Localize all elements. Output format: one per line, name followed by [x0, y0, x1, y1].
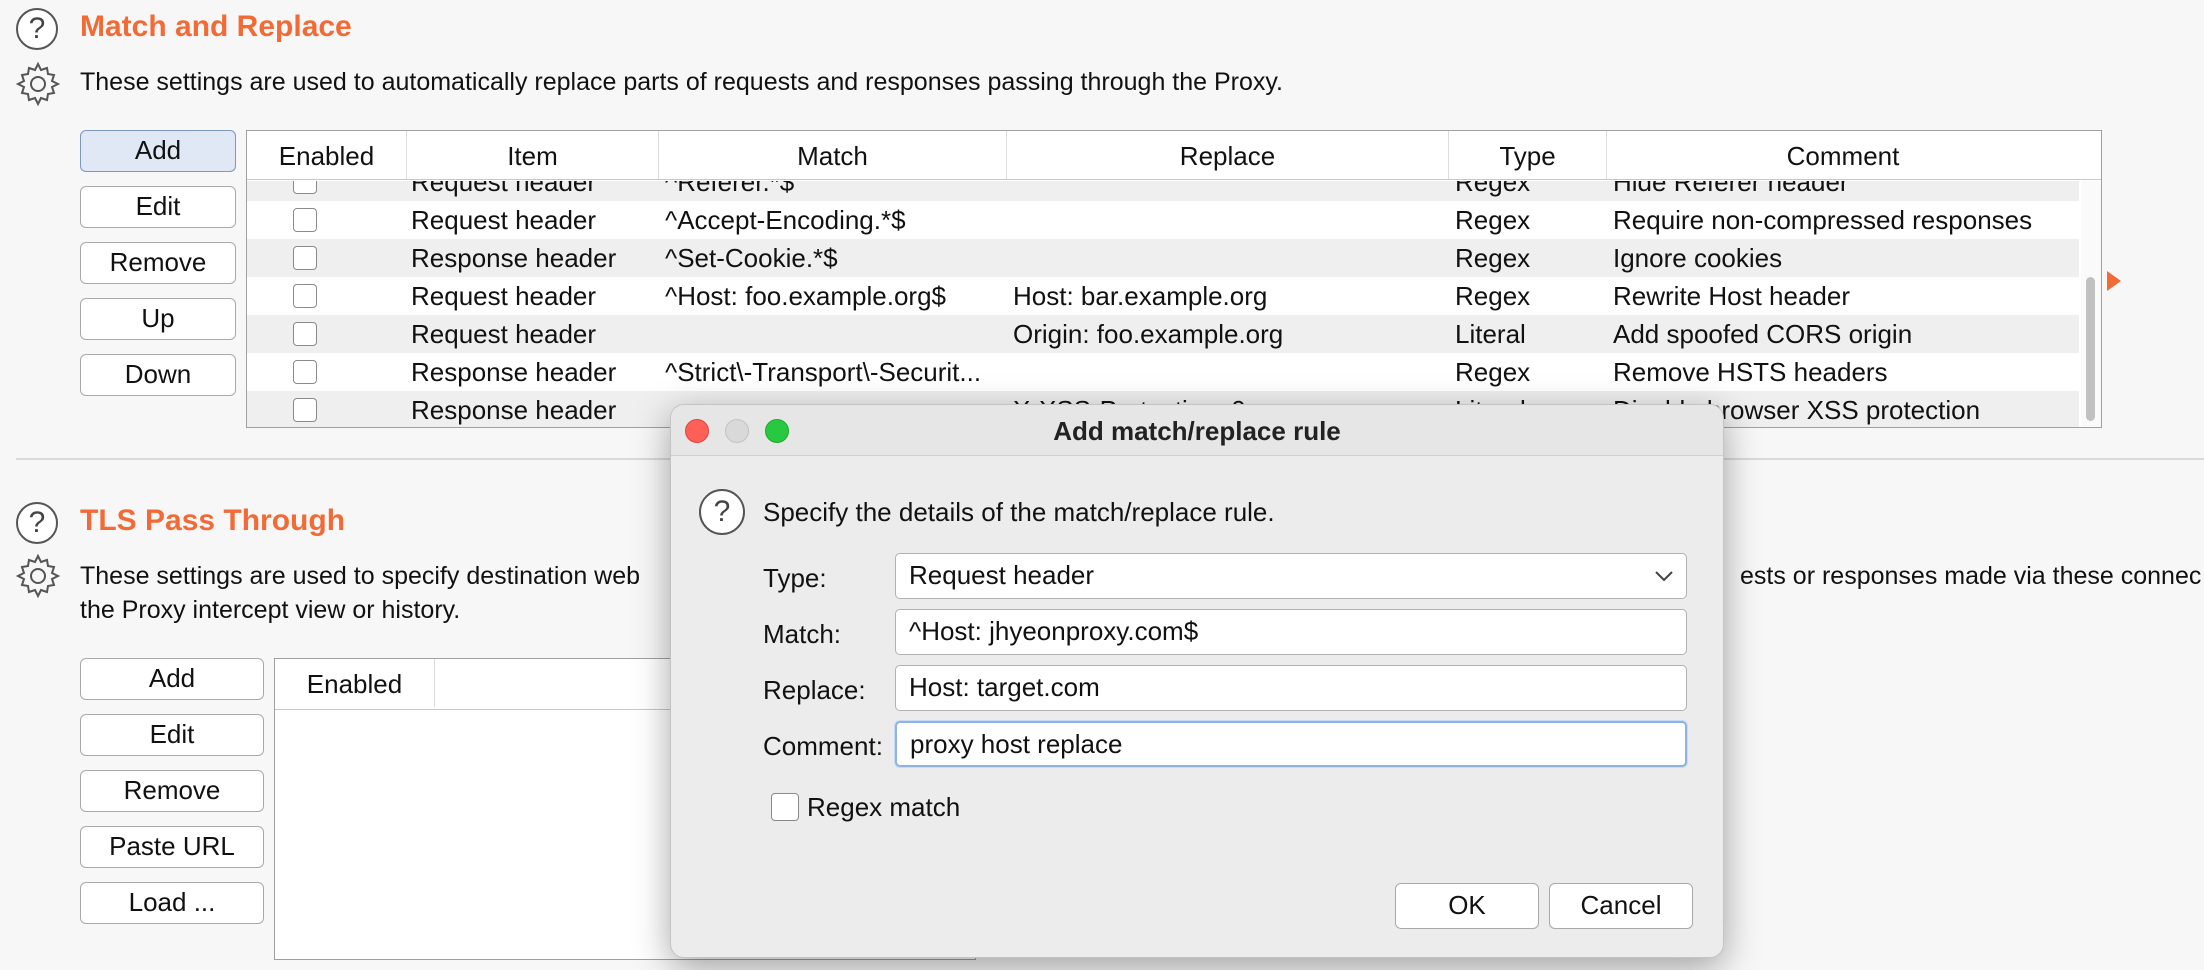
section-description-tls-right: ests or responses made via these connec [1740, 562, 2202, 590]
add-rule-button[interactable]: Add [80, 130, 236, 172]
gear-icon[interactable] [14, 60, 62, 108]
cell-replace: Host: bar.example.org [1013, 281, 1268, 311]
edit-rule-button[interactable]: Edit [80, 186, 236, 228]
expand-arrow-icon[interactable] [2106, 270, 2122, 292]
section-title-match-replace: Match and Replace [80, 10, 352, 43]
dialog-title: Add match/replace rule [1053, 416, 1341, 446]
section-description-tls-line2: the Proxy intercept view or history. [80, 596, 461, 624]
section-description-match-replace: These settings are used to automatically… [80, 68, 1283, 96]
dialog-titlebar[interactable]: Add match/replace rule [671, 405, 1723, 456]
cell-type: Regex [1455, 243, 1531, 273]
enabled-checkbox[interactable] [293, 398, 317, 422]
cell-item: Request header [411, 205, 597, 235]
column-header-enabled[interactable]: Enabled [275, 659, 435, 707]
column-header-type[interactable]: Type [1449, 131, 1607, 179]
gear-icon[interactable] [14, 552, 62, 600]
cell-comment: Hide Referer header [1613, 181, 1849, 197]
table-header: Enabled Item Match Replace Type Comment [247, 131, 2101, 180]
replace-label: Replace: [763, 675, 866, 705]
move-down-button[interactable]: Down [80, 354, 236, 396]
cell-type: Regex [1455, 181, 1531, 197]
section-title-tls-pass-through: TLS Pass Through [80, 504, 346, 537]
cell-type: Regex [1455, 205, 1531, 235]
table-row[interactable]: Request header ^Referer.*$ Regex Hide Refer… [247, 181, 2079, 201]
enabled-checkbox[interactable] [293, 284, 317, 308]
table-body: Request header ^Referer.*$ Regex Hide Refer… [247, 181, 2079, 427]
cell-match: ^Host: foo.example.org$ [665, 281, 947, 311]
cell-item: Request header [411, 319, 597, 349]
enabled-checkbox[interactable] [293, 208, 317, 232]
help-icon[interactable]: ? [16, 8, 58, 50]
remove-rule-button[interactable]: Remove [80, 242, 236, 284]
regex-match-label[interactable]: Regex match [807, 792, 960, 823]
table-row[interactable]: Request header Origin: foo.example.org Lit… [247, 315, 2079, 353]
cell-comment: Rewrite Host header [1613, 281, 1850, 311]
type-select-value: Request header [909, 560, 1095, 590]
cell-type: Regex [1455, 357, 1531, 387]
tls-remove-button[interactable]: Remove [80, 770, 264, 812]
column-header-match[interactable]: Match [659, 131, 1007, 179]
cell-replace: Origin: foo.example.org [1013, 319, 1284, 349]
table-row[interactable]: Response header ^Set-Cookie.*$ Regex Ignore… [247, 239, 2079, 277]
scrollbar-thumb[interactable] [2086, 277, 2095, 421]
cell-type: Regex [1455, 281, 1531, 311]
enabled-checkbox[interactable] [293, 181, 317, 194]
tls-load-button[interactable]: Load ... [80, 882, 264, 924]
cell-comment: Remove HSTS headers [1613, 357, 1888, 387]
tls-add-button[interactable]: Add [80, 658, 264, 700]
match-replace-table[interactable]: Enabled Item Match Replace Type Comment … [246, 130, 2102, 428]
enabled-checkbox[interactable] [293, 322, 317, 346]
match-label: Match: [763, 619, 842, 649]
comment-label: Comment: [763, 731, 883, 761]
cell-comment: Ignore cookies [1613, 243, 1783, 273]
comment-input[interactable]: proxy host replace [895, 721, 1687, 767]
cell-match: ^Strict\-Transport\-Securit... [665, 357, 982, 387]
regex-match-checkbox[interactable] [771, 793, 799, 821]
move-up-button[interactable]: Up [80, 298, 236, 340]
dialog-instruction: Specify the details of the match/replace… [763, 497, 1275, 527]
cell-match: ^Referer.*$ [665, 181, 795, 197]
column-header-enabled[interactable]: Enabled [247, 131, 407, 179]
table-scrollbar[interactable] [2081, 181, 2101, 427]
table-row[interactable]: Request header ^Host: foo.example.org$ Hos… [247, 277, 2079, 315]
cell-comment: Require non-compressed responses [1613, 205, 2033, 235]
cell-type: Literal [1455, 319, 1526, 349]
type-label: Type: [763, 563, 827, 593]
cell-comment: Add spoofed CORS origin [1613, 319, 1913, 349]
type-select[interactable]: Request header [895, 553, 1687, 599]
cell-item: Request header [411, 181, 597, 197]
tls-paste-url-button[interactable]: Paste URL [80, 826, 264, 868]
chevron-down-icon [1655, 571, 1673, 582]
table-row[interactable]: Request header ^Accept-Encoding.*$ Regex Re… [247, 201, 2079, 239]
cell-item: Response header [411, 395, 617, 425]
section-description-tls-left: These settings are used to specify desti… [80, 562, 641, 590]
cell-match: ^Accept-Encoding.*$ [665, 205, 906, 235]
replace-input[interactable]: Host: target.com [895, 665, 1687, 711]
tls-edit-button[interactable]: Edit [80, 714, 264, 756]
column-header-item[interactable]: Item [407, 131, 659, 179]
cancel-button[interactable]: Cancel [1549, 883, 1693, 929]
table-row[interactable]: Response header ^Strict\-Transport\-Secur… [247, 353, 2079, 391]
cell-item: Response header [411, 357, 617, 387]
column-header-comment[interactable]: Comment [1607, 131, 2079, 179]
cell-match: ^Set-Cookie.*$ [665, 243, 838, 273]
ok-button[interactable]: OK [1395, 883, 1539, 929]
enabled-checkbox[interactable] [293, 246, 317, 270]
column-header-replace[interactable]: Replace [1007, 131, 1449, 179]
cell-item: Request header [411, 281, 597, 311]
match-input[interactable]: ^Host: jhyeonproxy.com$ [895, 609, 1687, 655]
add-match-replace-dialog: Add match/replace rule ? Specify the det… [670, 404, 1724, 958]
help-icon[interactable]: ? [16, 502, 58, 544]
help-icon[interactable]: ? [699, 489, 745, 535]
cell-item: Response header [411, 243, 617, 273]
enabled-checkbox[interactable] [293, 360, 317, 384]
